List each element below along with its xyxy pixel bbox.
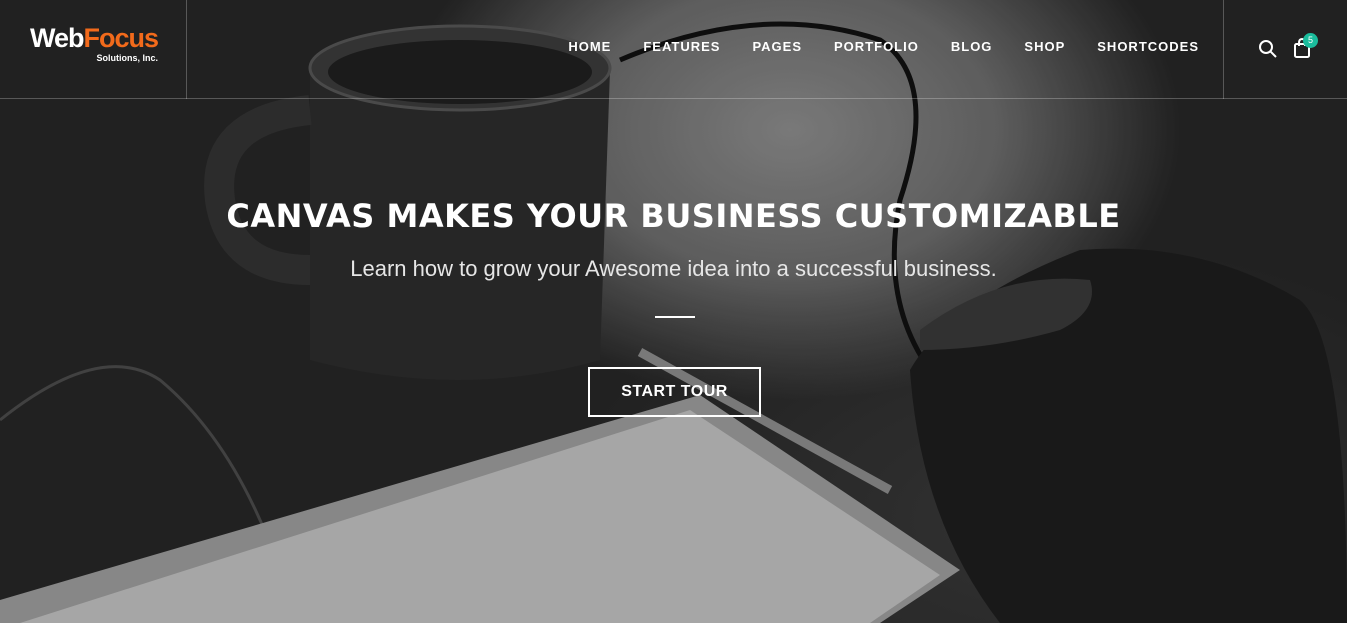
site-header: WebFocus Solutions, Inc. HOME FEATURES P… <box>0 0 1347 99</box>
nav-item-features[interactable]: FEATURES <box>643 38 720 56</box>
logo-container: WebFocus Solutions, Inc. <box>0 0 187 99</box>
start-tour-button[interactable]: START TOUR <box>588 367 761 417</box>
logo-word-web: Web <box>30 23 85 53</box>
logo[interactable]: WebFocus Solutions, Inc. <box>30 23 160 63</box>
header-actions: 5 <box>1223 0 1347 99</box>
main-nav: HOME FEATURES PAGES PORTFOLIO BLOG SHOP … <box>536 38 1199 56</box>
cart-count-badge: 5 <box>1303 33 1318 48</box>
search-icon[interactable] <box>1258 39 1278 59</box>
hero-subtitle: Learn how to grow your Awesome idea into… <box>350 256 997 281</box>
nav-item-home[interactable]: HOME <box>568 38 611 56</box>
nav-item-pages[interactable]: PAGES <box>752 38 802 56</box>
hero-title: CANVAS MAKES YOUR BUSINESS CUSTOMIZABLE <box>226 197 1121 235</box>
nav-item-portfolio[interactable]: PORTFOLIO <box>834 38 919 56</box>
logo-tagline: Solutions, Inc. <box>96 53 159 63</box>
nav-item-shop[interactable]: SHOP <box>1024 38 1065 56</box>
hero-divider <box>655 316 695 318</box>
nav-item-shortcodes[interactable]: SHORTCODES <box>1097 38 1199 56</box>
hero-section: WebFocus Solutions, Inc. HOME FEATURES P… <box>0 0 1347 623</box>
logo-word-focus: Focus <box>83 23 160 53</box>
logo-wordmark: WebFocus <box>30 23 160 53</box>
nav-item-blog[interactable]: BLOG <box>951 38 993 56</box>
